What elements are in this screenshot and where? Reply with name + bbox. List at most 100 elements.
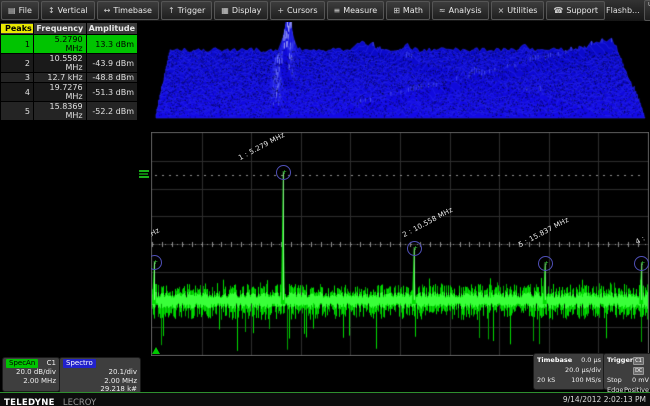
specan-scale: 20.0 dB/div — [6, 368, 56, 377]
timebase-label: Timebase — [537, 355, 572, 365]
peak-number: 4 — [1, 83, 34, 102]
peak-number: 3 — [1, 73, 34, 83]
undo-arrow-icon: ↶ — [645, 9, 650, 18]
menu-item-label: Trigger — [178, 6, 206, 15]
peak-tip-dot: + — [640, 261, 645, 267]
specan-tab[interactable]: SpecAn — [6, 359, 38, 368]
peak-row-1[interactable]: 15.2790 MHz13.3 dBm — [1, 35, 138, 54]
menu-item-display[interactable]: ▦Display — [214, 1, 268, 20]
peak-marker-circle-1: + — [276, 165, 291, 180]
vertical-arrows-icon: ↕ — [48, 6, 55, 15]
status-bar: TELEDYNE LECROY 9/14/2012 2:02:13 PM — [0, 392, 650, 406]
spectrum-plot-area: +1 : 5.279 MHz+2 : 10.558 MHz+3 : 13 kHz… — [151, 132, 649, 356]
analysis-icon: ≈ — [439, 6, 446, 15]
specan-descriptor-box[interactable]: SpecAn C1 20.0 dB/div 2.00 MHz — [2, 357, 60, 392]
spectrum-trace-canvas — [151, 132, 649, 356]
spectro-scale: 20.1/div — [63, 368, 137, 377]
timebase-offset: 0.0 µs — [581, 355, 601, 365]
peak-tip-dot: + — [153, 260, 158, 266]
peak-number: 5 — [1, 102, 34, 121]
undo-label: Undo — [645, 2, 650, 9]
menu-item-cursors[interactable]: +Cursors — [270, 1, 324, 20]
menu-item-math[interactable]: ⊞Math — [386, 1, 430, 20]
spectro-span: 2.00 MHz — [63, 377, 137, 386]
trigger-source-badge: C1 — [633, 357, 644, 365]
oscilloscope-screen: ▤File↕Vertical↔Timebase↑Trigger▦Display+… — [0, 0, 650, 406]
trigger-label: Trigger — [607, 355, 633, 375]
undo-button[interactable]: Undo ↶ — [644, 0, 650, 21]
utilities-icon: × — [498, 6, 505, 15]
frequency-header-cell: Frequency — [34, 23, 87, 35]
peak-marker-circle-5: + — [538, 256, 553, 271]
menu-item-label: Timebase — [113, 6, 152, 15]
timebase-samples: 20 kS — [537, 375, 555, 385]
menu-item-measure[interactable]: ≡Measure — [327, 1, 385, 20]
peaks-table-header: Peaks Frequency Amplitude — [1, 23, 138, 35]
timebase-descriptor-box[interactable]: Timebase 0.0 µs 20.0 µs/div 20 kS 100 MS… — [533, 353, 605, 390]
flashback-label: Flashb... — [606, 6, 640, 15]
peaks-header-cell[interactable]: Peaks — [1, 23, 34, 35]
peak-amplitude: -48.8 dBm — [86, 73, 137, 83]
peak-tip-dot: + — [413, 246, 418, 252]
menu-item-label: Math — [403, 6, 423, 15]
peak-tip-dot: + — [282, 170, 287, 176]
brand-logo: TELEDYNE LECROY — [4, 390, 96, 406]
brand-primary: TELEDYNE — [4, 398, 55, 406]
peak-amplitude: 13.3 dBm — [86, 35, 137, 54]
trace-level-indicator — [139, 169, 149, 180]
peak-row-3[interactable]: 312.7 kHz-48.8 dBm — [1, 73, 138, 83]
timebase-scale: 20.0 µs/div — [565, 365, 601, 375]
trigger-level: 0 mV — [632, 375, 649, 385]
support-icon: ☎ — [553, 6, 563, 15]
peak-amplitude: -52.2 dBm — [86, 102, 137, 121]
menu-item-timebase[interactable]: ↔Timebase — [97, 1, 159, 20]
horizontal-arrows-icon: ↔ — [104, 6, 111, 15]
menu-right: Flashb... Undo ↶ — [606, 0, 650, 21]
menu-item-label: Display — [232, 6, 262, 15]
peak-frequency: 10.5582 MHz — [34, 54, 87, 73]
spectro-tab[interactable]: Spectro — [63, 359, 96, 368]
menu-item-vertical[interactable]: ↕Vertical — [41, 1, 95, 20]
menu-item-support[interactable]: ☎Support — [546, 1, 605, 20]
peak-amplitude: -43.9 dBm — [86, 54, 137, 73]
peak-frequency: 15.8369 MHz — [34, 102, 87, 121]
peak-row-4[interactable]: 419.7276 MHz-51.3 dBm — [1, 83, 138, 102]
trigger-mode: Stop — [607, 375, 622, 385]
specan-channel: C1 — [47, 359, 56, 368]
peak-number: 2 — [1, 54, 34, 73]
peak-row-2[interactable]: 210.5582 MHz-43.9 dBm — [1, 54, 138, 73]
menu-item-trigger[interactable]: ↑Trigger — [161, 1, 212, 20]
clock: 9/14/2012 2:02:13 PM — [563, 395, 646, 404]
trigger-arrow-icon: ↑ — [168, 6, 175, 15]
peaks-table: Peaks Frequency Amplitude 15.2790 MHz13.… — [0, 22, 138, 121]
measure-icon: ≡ — [334, 6, 341, 15]
amplitude-header-cell: Amplitude — [86, 23, 137, 35]
menu-buttons: ▤File↕Vertical↔Timebase↑Trigger▦Display+… — [0, 0, 606, 21]
menu-item-label: Utilities — [507, 6, 537, 15]
menu-item-file[interactable]: ▤File — [1, 1, 39, 20]
menu-item-utilities[interactable]: ×Utilities — [491, 1, 545, 20]
peak-frequency: 5.2790 MHz — [34, 35, 87, 54]
trigger-descriptor-box[interactable]: Trigger C1 DC Stop 0 mV Edge Positive — [603, 353, 650, 390]
cursor-cross-icon: + — [277, 6, 284, 15]
spectro-descriptor-box[interactable]: Spectro 20.1/div 2.00 MHz 29.218 k# — [59, 357, 141, 394]
menu-bar: ▤File↕Vertical↔Timebase↑Trigger▦Display+… — [0, 0, 650, 22]
display-grid-icon: ▦ — [221, 6, 229, 15]
menu-item-label: Vertical — [58, 6, 88, 15]
peak-tip-dot: + — [544, 261, 549, 267]
trigger-coupling-badge: DC — [633, 367, 644, 375]
peak-frequency: 19.7276 MHz — [34, 83, 87, 102]
specan-span: 2.00 MHz — [6, 377, 56, 386]
peak-amplitude: -51.3 dBm — [86, 83, 137, 102]
menu-item-label: Cursors — [287, 6, 317, 15]
menu-item-label: Support — [566, 6, 598, 15]
peak-row-5[interactable]: 515.8369 MHz-52.2 dBm — [1, 102, 138, 121]
timebase-rate: 100 MS/s — [571, 375, 601, 385]
peak-frequency: 12.7 kHz — [34, 73, 87, 83]
brand-secondary: LECROY — [63, 398, 96, 406]
peak-number: 1 — [1, 35, 34, 54]
menu-item-label: File — [19, 6, 32, 15]
spectrogram-3d-plot — [150, 22, 650, 132]
menu-item-label: Measure — [343, 6, 377, 15]
menu-item-analysis[interactable]: ≈Analysis — [432, 1, 489, 20]
